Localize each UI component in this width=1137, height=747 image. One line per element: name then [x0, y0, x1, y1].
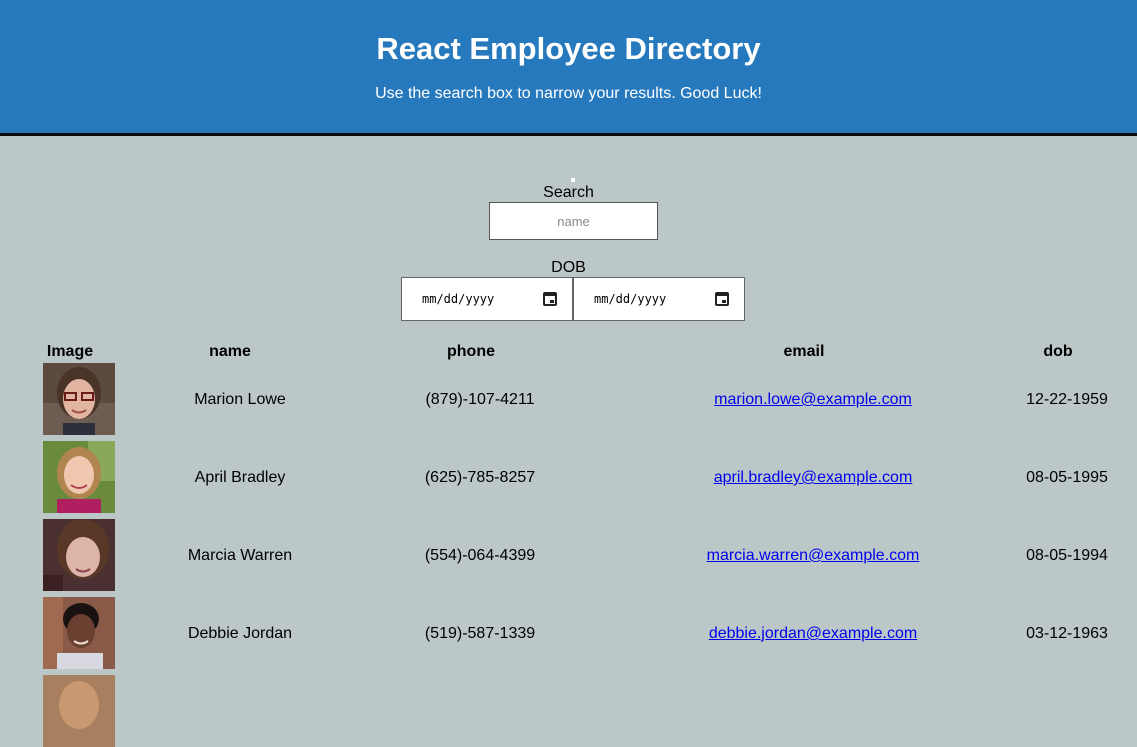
search-input[interactable]	[489, 202, 658, 240]
column-header-email[interactable]: email	[704, 343, 904, 361]
employee-name: Marcia Warren	[187, 547, 293, 564]
employee-dob: 08-05-1995	[1026, 469, 1108, 486]
employee-phone: (879)-107-4211	[425, 391, 535, 408]
page-subtitle: Use the search box to narrow your result…	[375, 85, 762, 102]
employee-email-link[interactable]: marcia.warren@example.com	[707, 547, 920, 564]
employee-email-link[interactable]: debbie.jordan@example.com	[709, 625, 917, 642]
decorative-dot	[571, 178, 575, 182]
employee-photo	[43, 597, 115, 669]
dob-end-placeholder: mm/dd/yyyy	[594, 292, 667, 306]
employee-email-link[interactable]: april.bradley@example.com	[714, 469, 913, 486]
dob-start-date-input[interactable]: mm/dd/yyyy	[401, 277, 573, 321]
column-header-name[interactable]: name	[170, 343, 290, 361]
employee-dob: 03-12-1963	[1026, 625, 1108, 642]
employee-name: Marion Lowe	[194, 391, 286, 408]
page-header: React Employee Directory Use the search …	[0, 0, 1137, 136]
employee-name: Debbie Jordan	[187, 625, 293, 642]
calendar-icon[interactable]	[543, 292, 557, 306]
dob-end-date-input[interactable]: mm/dd/yyyy	[573, 277, 745, 321]
employee-photo	[43, 519, 115, 591]
table-row: Marcia Warren (554)-064-4399 marcia.warr…	[0, 519, 1137, 591]
employee-photo	[43, 441, 115, 513]
employee-email-link[interactable]: marion.lowe@example.com	[714, 391, 912, 408]
table-row: Debbie Jordan (519)-587-1339 debbie.jord…	[0, 597, 1137, 669]
employee-dob: 12-22-1959	[1026, 391, 1108, 408]
dob-label: DOB	[551, 259, 586, 276]
table-row: Marion Lowe (879)-107-4211 marion.lowe@e…	[0, 363, 1137, 435]
table-row: April Bradley (625)-785-8257 april.bradl…	[0, 441, 1137, 513]
dob-start-placeholder: mm/dd/yyyy	[422, 292, 495, 306]
column-header-dob[interactable]: dob	[1008, 343, 1108, 361]
page-title: React Employee Directory	[376, 31, 761, 66]
employee-photo	[43, 363, 115, 435]
employee-phone: (625)-785-8257	[424, 469, 536, 486]
table-row-partial	[0, 675, 1137, 747]
employee-dob: 08-05-1994	[1026, 547, 1108, 564]
employee-photo	[43, 675, 115, 747]
calendar-icon[interactable]	[715, 292, 729, 306]
column-header-image: Image	[46, 343, 94, 360]
employee-phone: (554)-064-4399	[424, 547, 536, 564]
search-label: Search	[543, 184, 594, 201]
column-header-phone[interactable]: phone	[411, 343, 531, 361]
employee-name: April Bradley	[194, 469, 286, 486]
employee-phone: (519)-587-1339	[424, 625, 536, 642]
